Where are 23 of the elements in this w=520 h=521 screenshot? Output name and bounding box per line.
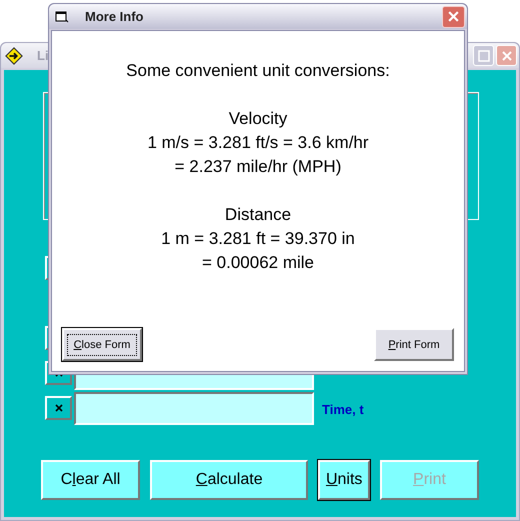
conversion-text: 1 m/s = 3.281 ft/s = 3.6 km/hr [147,132,369,154]
field-label: Time, t [322,402,364,417]
form-button[interactable]: Calculate [150,460,308,500]
conversion-text: = 2.237 mile/hr (MPH) [174,156,342,178]
road-sign-icon [5,46,23,64]
form-button[interactable]: Clear All [41,460,140,500]
form-button[interactable]: Print Form [374,328,454,361]
window-icon [55,10,69,22]
close-icon [447,10,460,23]
window-title: More Info [85,9,144,24]
window-title: Li [37,48,49,63]
section-heading: Velocity [228,108,288,130]
intro-text: Some convenient unit conversions: [126,60,390,82]
input-field[interactable] [74,392,314,425]
conversion-text: = 0.00062 mile [202,252,314,274]
form-button[interactable]: Units [318,460,370,500]
conversion-text: 1 m = 3.281 ft = 39.370 in [161,228,355,250]
form-button[interactable]: Close Form [62,328,142,361]
maximize-icon [478,50,490,62]
close-icon [500,50,512,62]
section-heading: Distance [224,204,292,226]
checkbox[interactable] [45,396,72,420]
close-button[interactable] [442,6,465,28]
